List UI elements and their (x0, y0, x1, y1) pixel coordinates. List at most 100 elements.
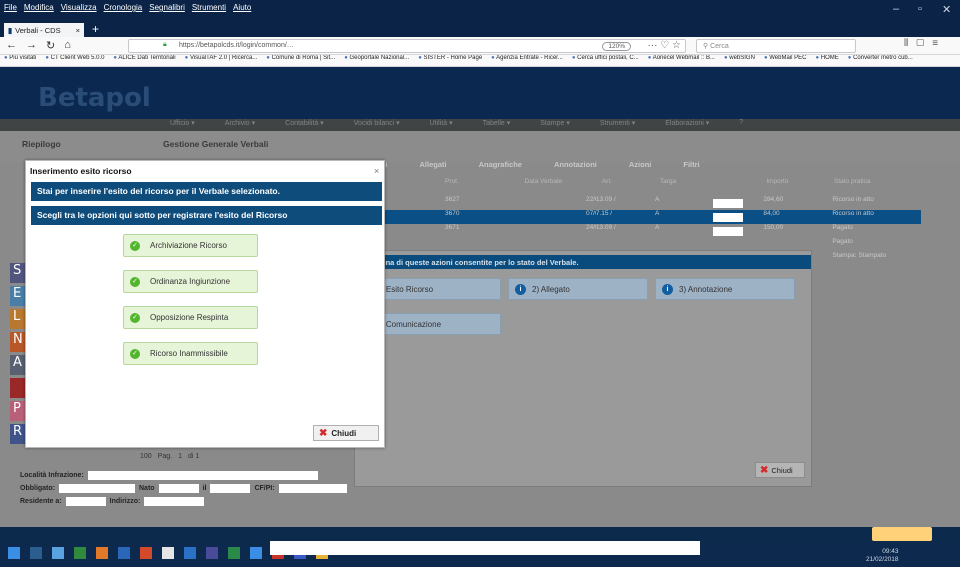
bookmark-item[interactable]: SISTER - Home Page (418, 55, 482, 66)
bookmark-item[interactable]: CT Client Web 5.0.0 (45, 55, 105, 66)
table-row[interactable]: 3670 07/01/20187.15 / A 84,00 Ricorso in att… (365, 210, 921, 224)
check-icon: ✓ (130, 348, 140, 359)
menu-segnalibri[interactable]: Segnalibri (149, 3, 185, 12)
firefox-icon[interactable] (96, 547, 108, 559)
page-number[interactable]: 1 (178, 453, 182, 460)
tab-close-icon[interactable]: × (76, 26, 80, 35)
bookmark-item[interactable]: Geoportale Nazional... (344, 55, 409, 66)
url-text: https://betapolcds.it/login/common/… (179, 42, 294, 49)
search-input[interactable]: ⚲ Cerca (696, 39, 856, 53)
forward-icon[interactable]: → (26, 39, 37, 52)
menu-aiuto[interactable]: Aiuto (233, 3, 251, 12)
nav-item[interactable]: Tabelle ▾ (483, 119, 511, 131)
bookmark-item[interactable]: Converter metro cub... (848, 55, 913, 66)
bookmark-item[interactable]: ALICE Dati Territoriali (113, 55, 175, 66)
action-annotazione-button[interactable]: i 3) Annotazione (655, 278, 795, 300)
nav-item[interactable]: Archivio ▾ (225, 119, 255, 131)
library-icon[interactable]: ⫴▢≡ (904, 38, 946, 49)
chrome-icon[interactable] (140, 547, 152, 559)
browser-tab[interactable]: ▮ Verbali - CDS × (4, 23, 84, 37)
grid-header-row: Prot. Data Verbale Art. Targa Importo St… (365, 178, 921, 185)
col-targa[interactable]: Targa (660, 178, 766, 185)
close-x-icon: ✖ (319, 427, 328, 439)
option-label: Opposizione Respinta (150, 313, 229, 322)
nav-item[interactable]: Utilità ▾ (430, 119, 453, 131)
edge-icon[interactable] (52, 547, 64, 559)
option-ricorso-inammissibile[interactable]: ✓ Ricorso Inammissibile (123, 342, 258, 365)
col-art[interactable]: Art. (602, 178, 660, 185)
table-row[interactable]: 3671 24/09/201713.09 / A 150,00 Pagato (365, 224, 921, 238)
nav-item[interactable]: Vocidi bilanci ▾ (354, 119, 400, 131)
option-archiviazione-ricorso[interactable]: ✓ Archiviazione Ricorso (123, 234, 258, 257)
menu-strumenti[interactable]: Strumenti (192, 3, 226, 12)
nav-item[interactable]: ? (739, 119, 743, 131)
nav-item[interactable]: Stampe ▾ (540, 119, 570, 131)
tool-allegati[interactable]: Allegati (420, 160, 479, 174)
task-view-icon[interactable] (30, 547, 42, 559)
action-label: ) Comunicazione (381, 319, 442, 329)
bookmark-item[interactable]: Agenzia Entrate - Ricer... (491, 55, 563, 66)
maximize-icon[interactable]: ▫ (918, 3, 922, 15)
bookmark-item[interactable]: WebMail PEC (764, 55, 806, 66)
nav-item[interactable]: Elaborazioni ▾ (665, 119, 709, 131)
chiudi-button[interactable]: ✖ Chiudi (313, 425, 379, 441)
bookmark-item[interactable]: HOME (815, 55, 839, 66)
menu-modifica[interactable]: Modifica (24, 3, 54, 12)
action-allegato-button[interactable]: i 2) Allegato (508, 278, 648, 300)
redacted-plate (713, 199, 743, 208)
verbale-info: Località Infrazione: Obbligato: Nato il CF/… (20, 469, 347, 508)
bookmark-item[interactable]: Cerca uffici postali, C... (572, 55, 639, 66)
il-label: il (202, 485, 207, 492)
bookmark-item[interactable]: Aonecel Webmail :: B... (648, 55, 715, 66)
back-icon[interactable]: ← (6, 39, 17, 52)
page-size[interactable]: 100 (140, 453, 152, 460)
ie-icon[interactable] (250, 547, 262, 559)
url-bar[interactable]: 🔒︎ https://betapolcds.it/login/common/… … (128, 39, 686, 53)
menu-file[interactable]: File (4, 3, 17, 12)
table-row[interactable]: 3627 22/01/201813.09 / A 284,60 Ricorso in a… (365, 196, 921, 210)
clock-time[interactable]: 09:43 (866, 548, 898, 556)
browser-menubar: File Modifica Visualizza Cronologia Segn… (4, 3, 251, 12)
nav-item[interactable]: Contabilità ▾ (285, 119, 324, 131)
col-importo[interactable]: Importo (766, 178, 834, 185)
col-stato[interactable]: Stato pratica (834, 178, 921, 185)
clock-date[interactable]: 21/02/2018 (866, 556, 899, 564)
option-opposizione-respinta[interactable]: ✓ Opposizione Respinta (123, 306, 258, 329)
nav-item[interactable]: Strumenti ▾ (600, 119, 635, 131)
table-cell-prot: 3671 (445, 224, 460, 231)
table-cell-importo: 284,60 (763, 196, 784, 203)
word-icon[interactable] (118, 547, 130, 559)
col-data[interactable]: Data Verbale (455, 178, 602, 185)
obbligato-value (59, 484, 135, 493)
table-cell-stato: Stampa: Stampato (832, 252, 887, 259)
home-icon[interactable]: ⌂ (64, 39, 71, 52)
calc-icon[interactable] (206, 547, 218, 559)
close-window-icon[interactable]: ✕ (942, 3, 951, 16)
option-ordinanza-ingiunzione[interactable]: ✓ Ordinanza Ingiunzione (123, 270, 258, 293)
dialog-close-icon[interactable]: × (374, 166, 379, 176)
redacted-taskbar-area (270, 541, 700, 555)
tool-azioni[interactable]: Azioni (629, 160, 684, 174)
bookmark-item[interactable]: VisualTAF 2.0 | Ricerca... (185, 55, 257, 66)
store-icon[interactable] (74, 547, 86, 559)
nav-item[interactable]: Ufficio ▾ (170, 119, 195, 131)
excel-icon[interactable] (228, 547, 240, 559)
actions-close-button[interactable]: ✖ Chiudi (755, 462, 805, 478)
tool-anagrafiche[interactable]: Anagrafiche (479, 160, 554, 174)
page-actions-icon[interactable]: ··· ♡ ☆ (648, 40, 681, 51)
system-tray: 09:43 21/02/2018 (866, 548, 899, 564)
menu-cronologia[interactable]: Cronologia (104, 3, 143, 12)
new-tab-icon[interactable]: + (92, 22, 99, 36)
tool-filtri[interactable]: Filtri (683, 160, 731, 174)
menu-visualizza[interactable]: Visualizza (61, 3, 97, 12)
zoom-level[interactable]: 120% (602, 42, 631, 51)
app-icon[interactable] (184, 547, 196, 559)
reload-icon[interactable]: ↻ (46, 39, 55, 52)
tool-annotazioni[interactable]: Annotazioni (554, 160, 629, 174)
bookmark-item[interactable]: Più visitati (4, 55, 36, 66)
bookmark-item[interactable]: Comune di Roma | Sit... (266, 55, 336, 66)
start-icon[interactable] (8, 547, 20, 559)
minimize-icon[interactable]: – (893, 3, 899, 15)
bookmark-item[interactable]: webSIGN (724, 55, 755, 66)
mail-icon[interactable] (162, 547, 174, 559)
